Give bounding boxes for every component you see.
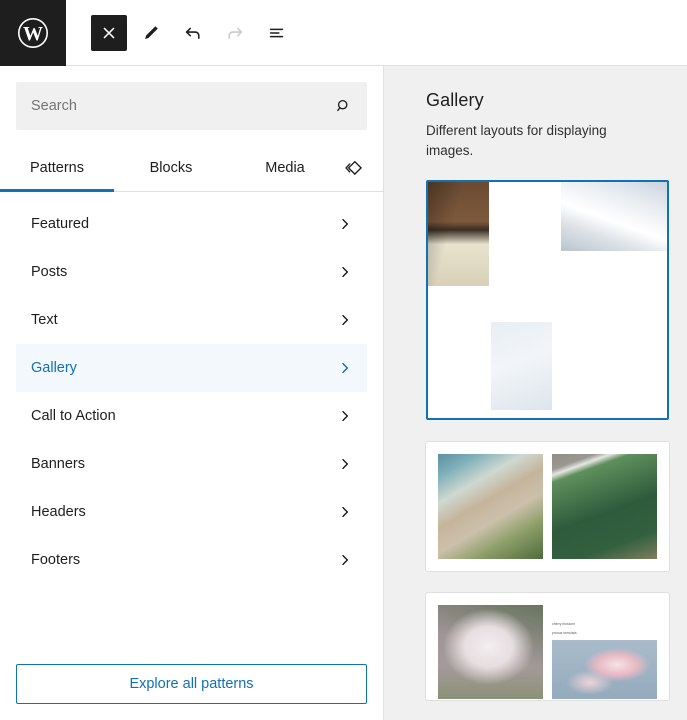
search-field[interactable] [16, 82, 367, 130]
block-inserter-panel: Patterns Blocks Media Featured [0, 66, 384, 720]
search-area [0, 66, 383, 130]
wordpress-logo-icon[interactable]: W [0, 0, 66, 66]
pattern-caption-line-2: prunus serrulata [552, 631, 657, 639]
category-label: Text [31, 313, 58, 328]
pattern-image-white-architecture-underside [561, 182, 667, 251]
chevron-right-icon [337, 552, 353, 568]
category-item-call-to-action[interactable]: Call to Action [16, 392, 367, 440]
close-inserter-button[interactable] [91, 15, 127, 51]
explore-footer: Explore all patterns [0, 648, 383, 720]
tab-blocks[interactable]: Blocks [114, 144, 228, 191]
tab-media[interactable]: Media [228, 144, 342, 191]
pattern-caption-line-1: cherry blossom [552, 605, 657, 631]
chevron-right-icon [337, 216, 353, 232]
category-item-footers[interactable]: Footers [16, 536, 367, 584]
pattern-image-white-iris-flower [438, 605, 543, 699]
inserter-tabs: Patterns Blocks Media [0, 144, 383, 192]
category-label: Call to Action [31, 409, 116, 424]
chevron-right-icon [337, 504, 353, 520]
pattern-card-flowers-with-caption[interactable]: cherry blossom prunus serrulata [426, 593, 669, 700]
chevron-right-icon [337, 456, 353, 472]
pattern-card-offset-images[interactable] [426, 180, 669, 420]
pattern-column-left [438, 605, 543, 699]
category-item-gallery[interactable]: Gallery [16, 344, 367, 392]
chevron-right-icon [337, 360, 353, 376]
category-label: Gallery [31, 361, 77, 376]
pattern-card-two-aerial-photos[interactable] [426, 442, 669, 571]
patterns-diamond-icon[interactable] [342, 150, 364, 186]
pattern-preview-content: cherry blossom prunus serrulata [427, 594, 668, 699]
wordpress-block-editor: W [0, 0, 687, 720]
pattern-category-list: Featured Posts Text [0, 192, 383, 648]
category-label: Footers [31, 553, 80, 568]
category-item-text[interactable]: Text [16, 296, 367, 344]
category-label: Posts [31, 265, 67, 280]
pattern-preview-content [428, 182, 667, 418]
pattern-preview-panel: Gallery Different layouts for displaying… [384, 66, 687, 720]
pattern-image-aerial-coastline-beach [438, 454, 543, 559]
category-label: Headers [31, 505, 86, 520]
pencil-icon[interactable] [133, 15, 169, 51]
list-view-icon[interactable] [259, 15, 295, 51]
search-icon [334, 97, 353, 116]
preview-description: Different layouts for displaying images. [426, 121, 631, 160]
explore-all-patterns-button[interactable]: Explore all patterns [16, 664, 367, 704]
category-label: Banners [31, 457, 85, 472]
pattern-image-cherry-blossom-branch [552, 640, 657, 699]
toolbar-tool-group [66, 0, 295, 65]
redo-icon[interactable] [217, 15, 253, 51]
pattern-image-architectural-brown-column [428, 182, 489, 286]
category-item-posts[interactable]: Posts [16, 248, 367, 296]
pattern-image-aerial-green-field [552, 454, 657, 559]
pattern-image-white-wall-window [491, 322, 552, 410]
category-item-headers[interactable]: Headers [16, 488, 367, 536]
pattern-card-list: cherry blossom prunus serrulata [426, 180, 671, 700]
pattern-column-right: cherry blossom prunus serrulata [552, 605, 657, 699]
editor-body: Patterns Blocks Media Featured [0, 66, 687, 720]
preview-title: Gallery [426, 90, 671, 111]
svg-text:W: W [23, 23, 43, 45]
chevron-right-icon [337, 264, 353, 280]
category-label: Featured [31, 217, 89, 232]
pattern-preview-content [427, 443, 668, 570]
category-item-banners[interactable]: Banners [16, 440, 367, 488]
search-input[interactable] [16, 82, 367, 130]
tab-patterns[interactable]: Patterns [0, 144, 114, 191]
undo-icon[interactable] [175, 15, 211, 51]
chevron-right-icon [337, 408, 353, 424]
category-item-featured[interactable]: Featured [16, 200, 367, 248]
editor-toolbar: W [0, 0, 687, 66]
chevron-right-icon [337, 312, 353, 328]
